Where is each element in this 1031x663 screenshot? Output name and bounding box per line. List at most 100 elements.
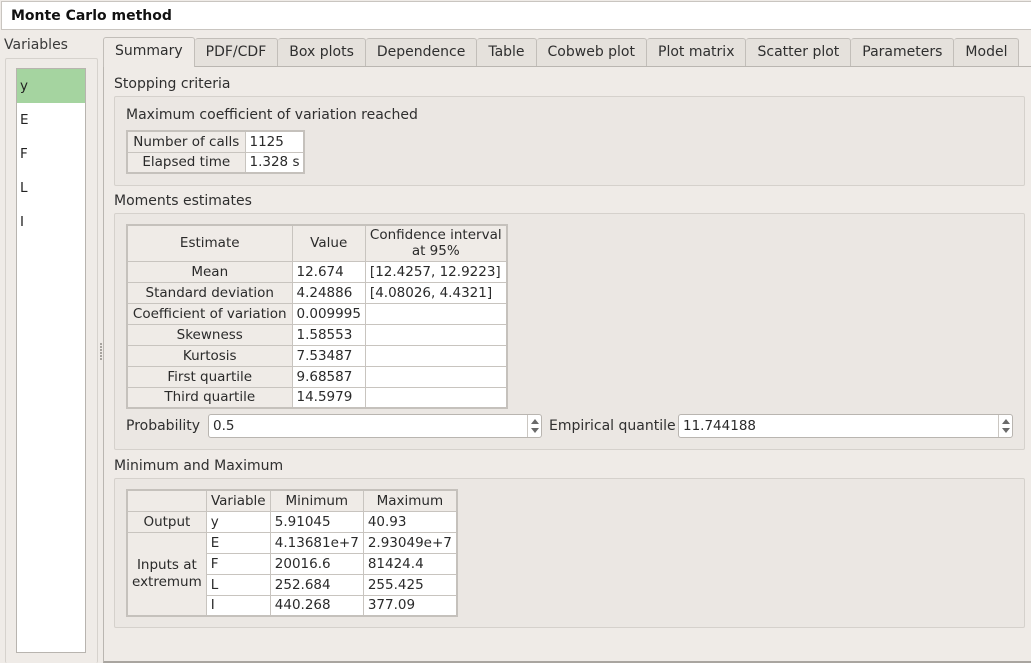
column-header: Value (291, 224, 366, 262)
table-header-row: Estimate Value Confidence interval at 95… (126, 224, 508, 262)
inputs-header-line2: extremum (132, 573, 202, 590)
table-row: Number of calls 1125 (126, 130, 305, 153)
cell-ci (364, 365, 508, 388)
window-title: Monte Carlo method (11, 8, 172, 24)
tab-summary[interactable]: Summary (103, 37, 195, 67)
variables-list[interactable]: y E F L I (16, 68, 86, 653)
row-header: Third quartile (126, 386, 293, 409)
row-header: Standard deviation (126, 281, 293, 304)
row-header: Skewness (126, 323, 293, 346)
inputs-row-header: Inputs at extremum (126, 531, 207, 617)
row-header: Elapsed time (126, 151, 246, 174)
probability-spinbox[interactable] (208, 414, 542, 438)
tab-pdf-cdf[interactable]: PDF/CDF (194, 38, 279, 66)
column-header: Maximum (362, 489, 458, 512)
cell-variable: E (205, 531, 271, 554)
probability-label: Probability (126, 418, 201, 434)
column-header: Minimum (269, 489, 364, 512)
ci-header-line2: at 95% (411, 243, 460, 260)
elapsed-time-value: 1.328 s (244, 151, 305, 174)
table-row: Output y 5.91045 40.93 (126, 510, 458, 533)
cell-value: 9.68587 (291, 365, 366, 388)
cell-max: 255.425 (362, 573, 458, 596)
column-header: Estimate (126, 224, 293, 262)
cell-min: 5.91045 (269, 510, 364, 533)
output-row-header: Output (126, 510, 207, 533)
table-row: Skewness 1.58553 (126, 323, 508, 346)
tab-parameters[interactable]: Parameters (851, 38, 955, 66)
spin-down-icon[interactable] (531, 428, 539, 433)
stopping-criteria-title: Stopping criteria (114, 76, 231, 92)
cell-variable: L (205, 573, 271, 596)
corner-header (126, 489, 207, 512)
number-of-calls-value: 1125 (244, 130, 305, 153)
inputs-header-line1: Inputs at (136, 556, 197, 573)
row-header: Kurtosis (126, 344, 293, 367)
row-header: Mean (126, 260, 293, 283)
quantile-spin-arrows[interactable] (998, 415, 1012, 437)
table-row: Coefficient of variation 0.009995 (126, 302, 508, 325)
stopping-table: Number of calls 1125 Elapsed time 1.328 … (126, 130, 306, 174)
tab-dependence[interactable]: Dependence (365, 38, 478, 66)
ci-header-line1: Confidence interval (369, 227, 502, 244)
cell-min: 4.13681e+7 (269, 531, 364, 554)
probability-input[interactable] (209, 415, 527, 437)
splitter-handle[interactable] (100, 343, 102, 361)
variables-label: Variables (4, 37, 68, 53)
row-header: First quartile (126, 365, 293, 388)
tab-scatter-plot[interactable]: Scatter plot (746, 38, 852, 66)
tab-bar: Summary PDF/CDF Box plots Dependence Tab… (103, 37, 1020, 67)
cell-value: 7.53487 (291, 344, 366, 367)
cell-value: 14.5979 (291, 386, 366, 409)
window-title-bar: Monte Carlo method (1, 1, 1031, 30)
spin-down-icon[interactable] (1002, 428, 1010, 433)
cell-min: 20016.6 (269, 552, 364, 575)
cell-ci: [12.4257, 12.9223] (364, 260, 508, 283)
empirical-quantile-spinbox[interactable] (678, 414, 1013, 438)
variable-item-e[interactable]: E (17, 103, 85, 137)
tab-plot-matrix[interactable]: Plot matrix (647, 38, 747, 66)
tab-model[interactable]: Model (954, 38, 1020, 66)
probability-spin-arrows[interactable] (527, 415, 541, 437)
empirical-quantile-input[interactable] (679, 415, 998, 437)
table-header-row: Variable Minimum Maximum (126, 489, 458, 512)
cell-ci (364, 323, 508, 346)
variable-item-i[interactable]: I (17, 205, 85, 239)
table-row: Third quartile 14.5979 (126, 386, 508, 409)
cell-ci (364, 302, 508, 325)
table-row: Mean 12.674 [12.4257, 12.9223] (126, 260, 508, 283)
table-row: Inputs at extremum E 4.13681e+7 2.93049e… (126, 531, 458, 617)
table-row: Kurtosis 7.53487 (126, 344, 508, 367)
spin-up-icon[interactable] (1002, 419, 1010, 424)
tab-cobweb-plot[interactable]: Cobweb plot (536, 38, 647, 66)
moments-estimates-title: Moments estimates (114, 193, 252, 209)
variable-item-y[interactable]: y (17, 69, 85, 103)
cell-value: 1.58553 (291, 323, 366, 346)
table-row: First quartile 9.68587 (126, 365, 508, 388)
cell-value: 12.674 (291, 260, 366, 283)
cell-max: 81424.4 (362, 552, 458, 575)
variable-item-f[interactable]: F (17, 137, 85, 171)
cell-value: 4.24886 (291, 281, 366, 304)
min-max-title: Minimum and Maximum (114, 458, 284, 474)
tab-box-plots[interactable]: Box plots (278, 38, 366, 66)
row-header: Number of calls (126, 130, 246, 153)
tab-table[interactable]: Table (477, 38, 537, 66)
cell-min: 252.684 (269, 573, 364, 596)
min-max-table: Variable Minimum Maximum Output y 5.9104… (126, 489, 458, 617)
cell-min: 440.268 (269, 594, 364, 617)
cell-ci (364, 344, 508, 367)
cell-max: 40.93 (362, 510, 458, 533)
variable-item-l[interactable]: L (17, 171, 85, 205)
spin-up-icon[interactable] (531, 419, 539, 424)
column-header: Variable (205, 489, 271, 512)
empirical-quantile-label: Empirical quantile (549, 418, 676, 434)
column-header: Confidence interval at 95% (364, 224, 508, 262)
cell-variable: I (205, 594, 271, 617)
cell-max: 2.93049e+7 (362, 531, 458, 554)
stopping-message: Maximum coefficient of variation reached (126, 107, 418, 123)
cell-variable: F (205, 552, 271, 575)
cell-ci: [4.08026, 4.4321] (364, 281, 508, 304)
table-row: Standard deviation 4.24886 [4.08026, 4.4… (126, 281, 508, 304)
row-header: Coefficient of variation (126, 302, 293, 325)
